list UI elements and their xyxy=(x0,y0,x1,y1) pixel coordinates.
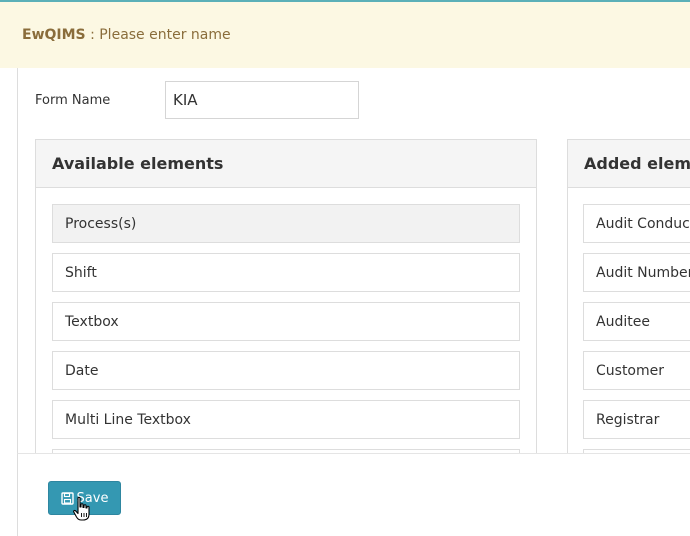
form-builder: Form Name Available elements Process(s) … xyxy=(17,68,690,454)
available-elements-heading: Available elements xyxy=(36,140,536,188)
validation-alert: EwQIMS : Please enter name xyxy=(0,0,690,68)
added-elements-heading: Added elements xyxy=(568,140,690,188)
alert-brand: EwQIMS xyxy=(22,27,86,43)
available-item[interactable]: Date xyxy=(52,351,520,390)
added-item-label: Auditee xyxy=(596,313,650,330)
available-item[interactable]: Shift xyxy=(52,253,520,292)
available-elements-list: Process(s) Shift Textbox Date Multi Line… xyxy=(36,188,536,454)
alert-message: : Please enter name xyxy=(85,27,231,43)
added-item[interactable]: Registrar xyxy=(583,400,690,439)
added-item[interactable]: Audit Number xyxy=(583,253,690,292)
form-name-row: Form Name xyxy=(35,81,359,119)
available-item[interactable]: Textbox xyxy=(52,302,520,341)
added-item-label: Audit Conducted By xyxy=(596,215,690,232)
available-elements-panel: Available elements Process(s) Shift Text… xyxy=(35,139,537,454)
added-elements-list: Audit Conducted By Audit Number Auditee … xyxy=(568,188,690,454)
available-item[interactable]: Multi Line Textbox xyxy=(52,400,520,439)
form-name-label: Form Name xyxy=(35,92,111,108)
added-item[interactable]: Audit Conducted By xyxy=(583,204,690,243)
form-footer: Save xyxy=(17,453,690,536)
available-item-label: Textbox xyxy=(65,313,119,330)
available-item-label: Process(s) xyxy=(65,215,137,232)
added-elements-panel: Added elements Audit Conducted By Audit … xyxy=(567,139,690,454)
available-item-label: Shift xyxy=(65,264,97,281)
added-item-label: Registrar xyxy=(596,411,660,428)
hand-pointer-cursor-icon xyxy=(73,496,90,521)
added-item[interactable]: Customer xyxy=(583,351,690,390)
form-name-input[interactable] xyxy=(165,81,359,119)
available-item[interactable]: Process(s) xyxy=(52,204,520,243)
available-item-label: Date xyxy=(65,362,99,379)
available-item-label: Multi Line Textbox xyxy=(65,411,191,428)
added-item-label: Customer xyxy=(596,362,665,379)
added-item[interactable]: Auditee xyxy=(583,302,690,341)
added-item-label: Audit Number xyxy=(596,264,690,281)
